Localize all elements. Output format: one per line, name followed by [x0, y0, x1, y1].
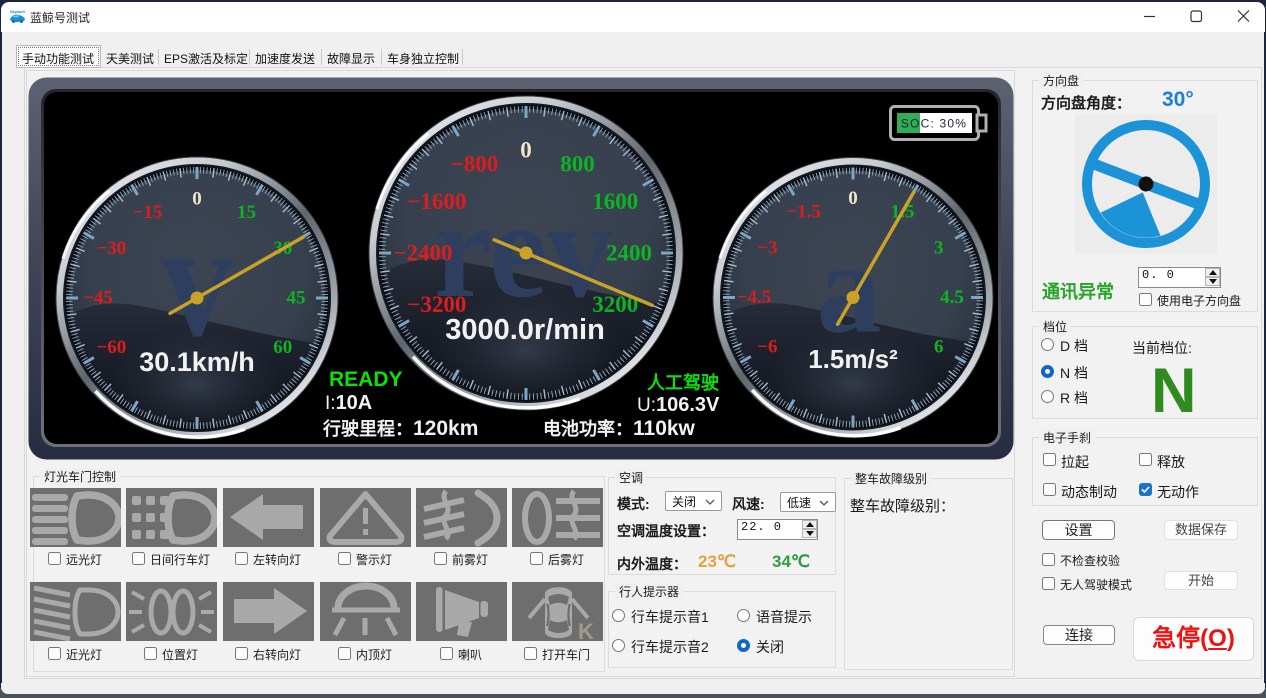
svg-text:READY: READY [329, 368, 403, 391]
svg-text:60: 60 [273, 337, 292, 358]
svg-text:0: 0 [520, 138, 532, 163]
svg-text:电池功率：110kw: 电池功率：110kw [543, 417, 696, 440]
svg-text:2400: 2400 [606, 241, 652, 266]
svg-text:行驶里程：120km: 行驶里程：120km [322, 417, 478, 440]
svg-text:−2400: −2400 [393, 241, 452, 266]
svg-text:−800: −800 [451, 151, 499, 176]
svg-text:1.5m/s²: 1.5m/s² [808, 344, 898, 374]
svg-text:−4.5: −4.5 [737, 287, 772, 308]
svg-text:−6: −6 [757, 337, 777, 358]
svg-text:6: 6 [934, 337, 944, 358]
svg-text:Skywell: Skywell [10, 9, 25, 14]
svg-text:−15: −15 [133, 202, 163, 223]
svg-text:−3: −3 [757, 238, 777, 259]
svg-text:1600: 1600 [592, 189, 638, 214]
svg-text:3000.0r/min: 3000.0r/min [445, 314, 605, 346]
svg-text:15: 15 [237, 202, 256, 223]
svg-text:U:106.3V: U:106.3V [637, 394, 720, 416]
svg-text:K: K [578, 619, 594, 641]
svg-text:4.5: 4.5 [940, 287, 964, 308]
svg-text:30.1km/h: 30.1km/h [139, 347, 255, 377]
svg-text:−1600: −1600 [407, 189, 466, 214]
svg-text:v: v [162, 189, 233, 371]
svg-text:−60: −60 [96, 337, 126, 358]
svg-text:800: 800 [560, 151, 595, 176]
svg-text:SOC: 30%: SOC: 30% [901, 117, 967, 131]
svg-text:−45: −45 [83, 288, 113, 309]
svg-text:I:10A: I:10A [325, 392, 372, 414]
svg-text:0: 0 [192, 189, 202, 210]
svg-text:0: 0 [848, 188, 858, 209]
svg-text:−30: −30 [96, 238, 126, 259]
svg-text:人工驾驶: 人工驾驶 [647, 372, 719, 393]
svg-text:3: 3 [934, 238, 944, 259]
svg-text:45: 45 [287, 288, 306, 309]
svg-text:−1.5: −1.5 [786, 201, 821, 222]
svg-text:a: a [817, 217, 882, 361]
